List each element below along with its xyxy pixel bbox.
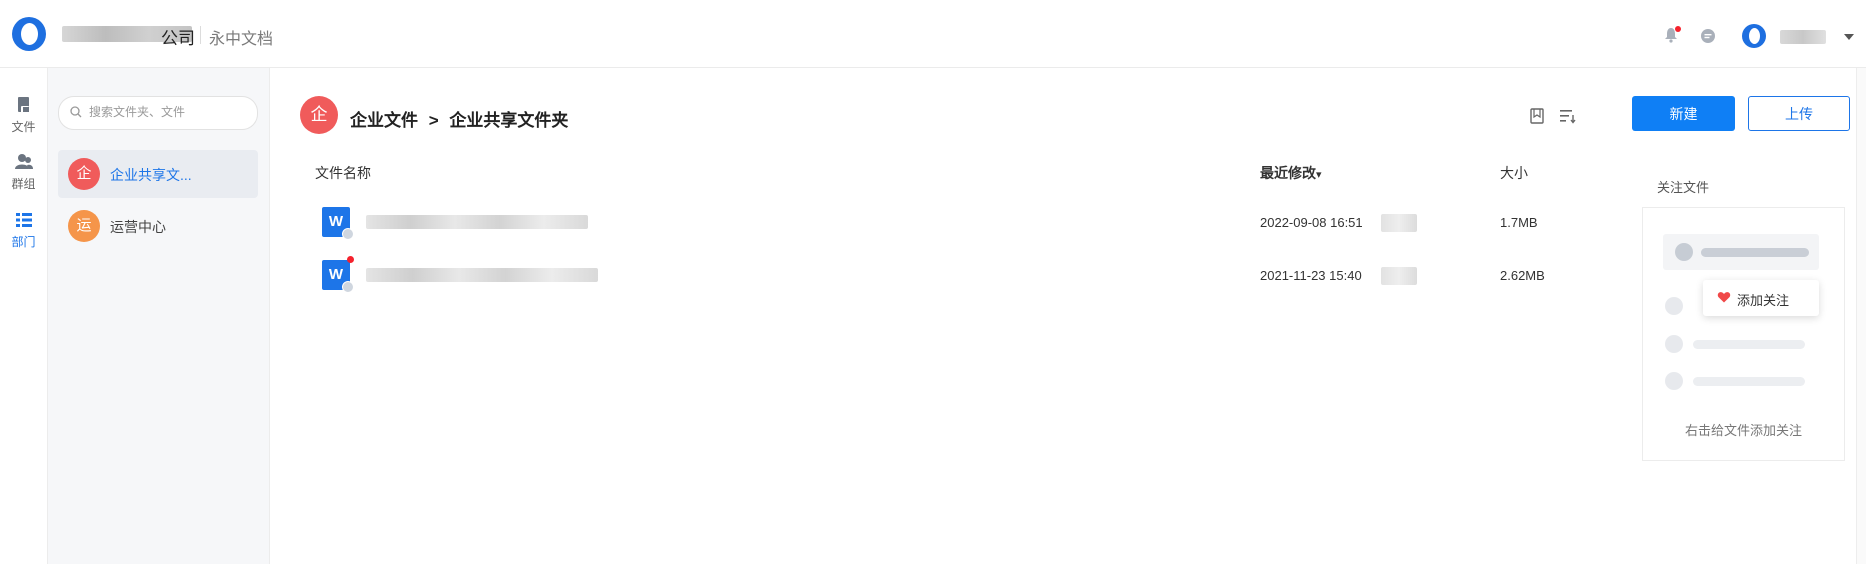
file-modifier-redacted	[1381, 214, 1417, 232]
new-button[interactable]: 新建	[1632, 96, 1735, 131]
table-row[interactable]: W 2022-09-08 16:51 1.7MB	[300, 207, 1620, 255]
breadcrumb-current: 企业共享文件夹	[449, 111, 569, 130]
breadcrumb: 企业文件 > 企业共享文件夹	[350, 106, 574, 131]
search-box[interactable]	[58, 96, 258, 130]
placeholder-line	[1693, 377, 1805, 386]
placeholder-circle	[1665, 297, 1683, 315]
table-row[interactable]: W 2021-11-23 15:40 2.62MB	[300, 256, 1620, 308]
placeholder-row	[1663, 234, 1819, 270]
rail-item-groups[interactable]: 群组	[0, 152, 47, 192]
app-logo[interactable]	[12, 17, 46, 51]
chat-icon[interactable]	[1700, 28, 1716, 44]
file-size: 2.62MB	[1500, 268, 1545, 283]
rail-label-groups: 群组	[11, 177, 36, 191]
breadcrumb-separator: >	[428, 111, 439, 130]
app-header: 公司 永中文档	[0, 0, 1866, 68]
column-header-modified-label: 最近修改	[1260, 165, 1316, 181]
user-name-redacted[interactable]	[1780, 30, 1826, 44]
left-rail: 文件 群组 部门	[0, 68, 48, 564]
list-icon	[15, 213, 32, 227]
placeholder-circle	[1665, 335, 1683, 353]
file-modifier-redacted	[1381, 267, 1417, 285]
upload-button[interactable]: 上传	[1748, 96, 1850, 131]
tree-item-shared-folder[interactable]: 企 企业共享文...	[58, 150, 258, 198]
placeholder-circle	[1675, 243, 1693, 261]
follow-panel-title: 关注文件	[1657, 180, 1710, 195]
file-modified: 2022-09-08 16:51	[1260, 215, 1363, 230]
column-header-modified[interactable]: 最近修改▾	[1260, 163, 1322, 183]
placeholder-line	[1693, 340, 1805, 349]
placeholder-circle	[1665, 372, 1683, 390]
add-follow-label: 添加关注	[1737, 293, 1790, 308]
placeholder-line	[1701, 248, 1809, 257]
folder-badge: 运	[68, 210, 100, 242]
rail-item-department[interactable]: 部门	[0, 210, 47, 250]
follow-panel: 添加关注 右击给文件添加关注	[1642, 207, 1845, 461]
heart-icon	[1717, 292, 1731, 303]
unread-dot	[347, 256, 354, 263]
file-size: 1.7MB	[1500, 215, 1538, 230]
search-icon	[70, 106, 82, 118]
file-name-redacted[interactable]	[366, 268, 598, 282]
product-name: 永中文档	[209, 31, 274, 48]
file-modified: 2021-11-23 15:40	[1260, 268, 1362, 283]
follow-hint: 右击给文件添加关注	[1684, 423, 1802, 438]
bookmark-icon[interactable]	[1528, 107, 1546, 125]
breadcrumb-root[interactable]: 企业文件	[350, 111, 418, 130]
column-header-size: 大小	[1500, 165, 1528, 181]
company-name-suffix: 公司	[161, 29, 195, 48]
tree-item-operations[interactable]: 运 运营中心	[58, 202, 258, 250]
column-header-name: 文件名称	[315, 165, 371, 181]
breadcrumb-badge: 企	[300, 96, 338, 134]
rail-item-files[interactable]: 文件	[0, 95, 47, 135]
folder-badge: 企	[68, 158, 100, 190]
sort-icon[interactable]	[1558, 107, 1576, 125]
user-avatar[interactable]	[1742, 24, 1766, 48]
tree-item-label: 企业共享文...	[110, 167, 192, 183]
rail-label-files: 文件	[11, 120, 36, 134]
rail-label-department: 部门	[11, 235, 36, 249]
folder-tree: 企 企业共享文... 运 运营中心	[48, 68, 270, 564]
shared-icon	[342, 281, 354, 293]
file-icon	[17, 97, 29, 113]
header-divider	[200, 26, 201, 44]
notification-dot	[1675, 26, 1681, 32]
scrollbar[interactable]	[1856, 68, 1866, 564]
chevron-down-icon[interactable]	[1844, 34, 1854, 40]
file-name-redacted[interactable]	[366, 215, 588, 229]
search-input[interactable]	[87, 104, 251, 120]
sort-desc-icon: ▾	[1316, 169, 1322, 181]
shared-icon	[342, 228, 354, 240]
group-icon	[14, 154, 33, 169]
add-follow-popup[interactable]: 添加关注	[1703, 280, 1819, 316]
tree-item-label: 运营中心	[110, 219, 166, 235]
